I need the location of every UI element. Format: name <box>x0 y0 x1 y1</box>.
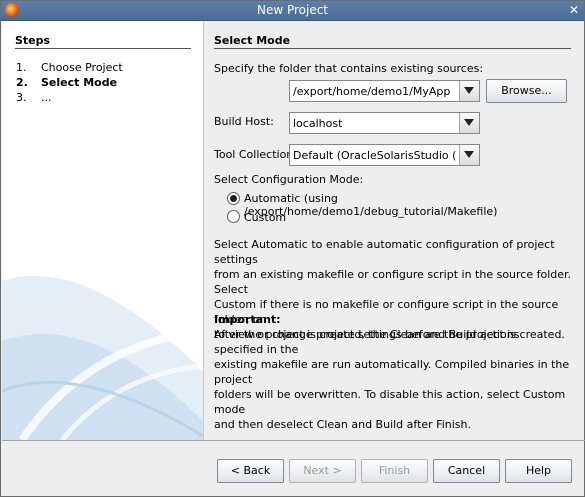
new-project-dialog: New Project ✕ Steps 1. Choose Project 2. S… <box>0 0 585 497</box>
title-divider <box>214 48 571 49</box>
chevron-down-icon[interactable] <box>459 145 479 165</box>
step-choose-project: 1. Choose Project <box>16 61 123 74</box>
source-folder-value: /export/home/demo1/MyApp <box>293 85 451 98</box>
radio-custom-label[interactable]: Custom <box>244 211 286 224</box>
build-host-value: localhost <box>293 117 343 130</box>
important-line: existing makefile are run automatically.… <box>214 358 570 386</box>
config-mode-label: Select Configuration Mode: <box>214 173 364 186</box>
back-button[interactable]: < Back <box>217 459 284 483</box>
step-number: 3. <box>16 91 27 104</box>
folder-label: Specify the folder that contains existin… <box>214 62 484 75</box>
step-number: 2. <box>16 76 28 89</box>
important-line: After the project is created, the Clean … <box>214 328 520 356</box>
important-line: folders will be overwritten. To disable … <box>214 388 566 416</box>
chevron-down-icon[interactable] <box>459 113 479 133</box>
tool-collection-label: Tool Collection: <box>214 148 297 161</box>
description-line: Select Automatic to enable automatic con… <box>214 238 555 266</box>
important-line: and then deselect Clean and Build after … <box>214 418 471 431</box>
radio-selected-dot <box>230 195 237 202</box>
step-label: Select Mode <box>41 76 118 89</box>
steps-title: Steps <box>15 34 51 47</box>
description-line: from an existing makefile or configure s… <box>214 268 572 296</box>
page-title: Select Mode <box>214 34 291 47</box>
step-label: Choose Project <box>41 61 123 74</box>
radio-automatic-label[interactable]: Automatic (using /export/home/demo1/debu… <box>244 192 584 218</box>
browse-button[interactable]: Browse... <box>486 79 567 103</box>
footer-divider <box>2 440 585 441</box>
radio-automatic[interactable] <box>227 192 240 205</box>
radio-custom[interactable] <box>227 210 240 223</box>
window-title: New Project <box>256 3 329 17</box>
important-heading: Important: <box>214 313 281 326</box>
finish-button[interactable]: Finish <box>361 459 428 483</box>
help-button[interactable]: Help <box>505 459 572 483</box>
build-host-combobox[interactable]: localhost <box>289 112 480 134</box>
steps-divider <box>15 48 191 49</box>
step-more: 3.... <box>16 91 52 104</box>
tool-collection-value: Default (OracleSolarisStudio (Or... <box>293 149 456 162</box>
tool-collection-combobox[interactable]: Default (OracleSolarisStudio (Or... <box>289 144 480 166</box>
next-button[interactable]: Next > <box>289 459 356 483</box>
steps-panel: Steps 1. Choose Project 2. Select Mode 3..… <box>2 21 203 440</box>
close-icon[interactable]: ✕ <box>567 3 581 17</box>
step-select-mode: 2. Select Mode <box>16 76 117 89</box>
step-label: ... <box>41 91 52 104</box>
cancel-button[interactable]: Cancel <box>433 459 500 483</box>
source-folder-combobox[interactable]: /export/home/demo1/MyApp <box>289 80 480 102</box>
title-bar[interactable]: New Project ✕ <box>1 1 584 21</box>
important-note: Important: After the project is created,… <box>214 312 572 432</box>
build-host-label: Build Host: <box>214 115 274 128</box>
decorative-swoosh-graphic <box>2 275 203 440</box>
chevron-down-icon[interactable] <box>459 81 479 101</box>
step-number: 1. <box>16 61 27 74</box>
panel-divider <box>203 21 204 440</box>
